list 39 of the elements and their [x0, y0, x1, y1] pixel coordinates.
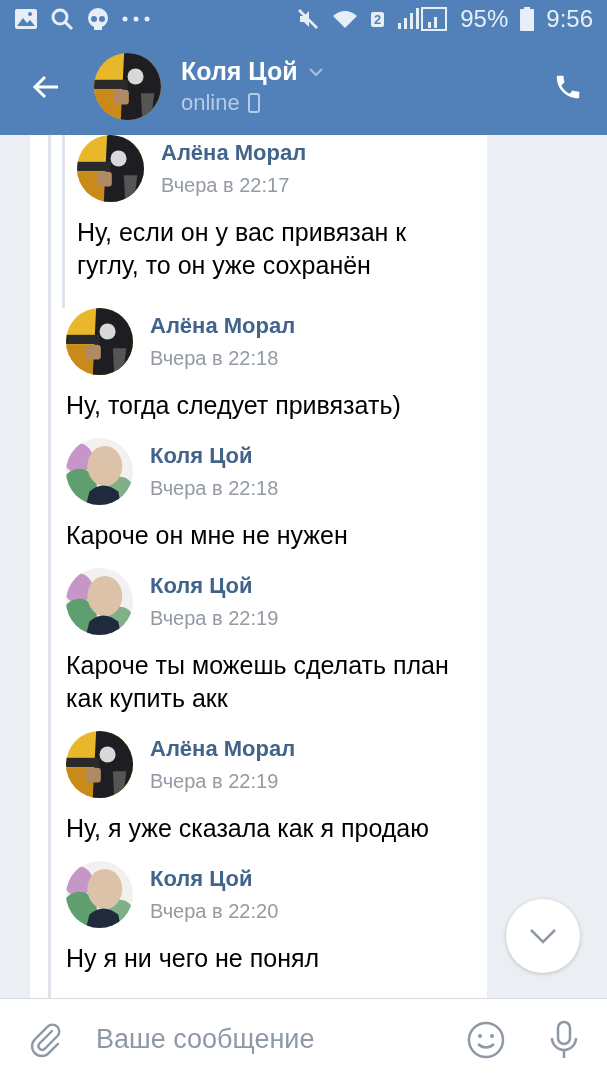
battery-icon [520, 7, 535, 31]
message-time: Вчера в 22:18 [150, 477, 279, 500]
sender-name[interactable]: Коля Цой [150, 443, 279, 469]
sim-badge: 2 [371, 11, 385, 27]
message-time: Вчера в 22:17 [161, 174, 291, 197]
image-icon [14, 8, 38, 30]
message-input[interactable]: Ваше сообщение [94, 1023, 467, 1056]
battery-percent: 95% [460, 5, 509, 33]
sender-name[interactable]: Алёна Морал [150, 736, 296, 762]
scroll-down-button[interactable] [506, 899, 580, 973]
message-text: Кароче он мне не нужен [66, 520, 349, 551]
sender-name[interactable]: Алёна Морал [161, 140, 307, 166]
skull-icon [86, 7, 110, 31]
message-text: Ну, если он у вас привязан к гуглу, то он уже сохранён [77, 217, 408, 281]
message-text: Кароче ты можешь сделать план как купить акк [66, 650, 450, 714]
more-icon [122, 16, 150, 22]
wifi-icon [331, 8, 359, 30]
message-text: Ну, тогда следует привязать) [66, 390, 402, 421]
microphone-icon[interactable] [549, 1019, 579, 1060]
message-text: Ну, я уже сказала как я продаю [66, 813, 430, 844]
smiley-icon[interactable] [467, 1020, 505, 1059]
signal-icon [396, 7, 449, 31]
message-time: Вчера в 22:20 [150, 900, 279, 923]
mute-icon [297, 8, 319, 30]
online-status: online [181, 90, 240, 116]
sender-name[interactable]: Алёна Морал [150, 313, 296, 339]
message-time: Вчера в 22:19 [150, 607, 279, 630]
chevron-down-icon [529, 928, 557, 944]
sender-name[interactable]: Коля Цой [150, 573, 279, 599]
message-time: Вчера в 22:18 [150, 347, 280, 370]
back-icon[interactable] [32, 74, 60, 99]
message-text: Ну я ни чего не понял [66, 943, 321, 974]
chat-title[interactable]: Коля Цой [181, 57, 298, 86]
clock: 9:56 [546, 5, 593, 33]
sender-name[interactable]: Коля Цой [150, 866, 279, 892]
message-time: Вчера в 22:19 [150, 770, 280, 793]
chevron-down-icon[interactable] [307, 66, 324, 77]
phone-device-icon [247, 93, 260, 113]
search-icon [50, 7, 74, 31]
